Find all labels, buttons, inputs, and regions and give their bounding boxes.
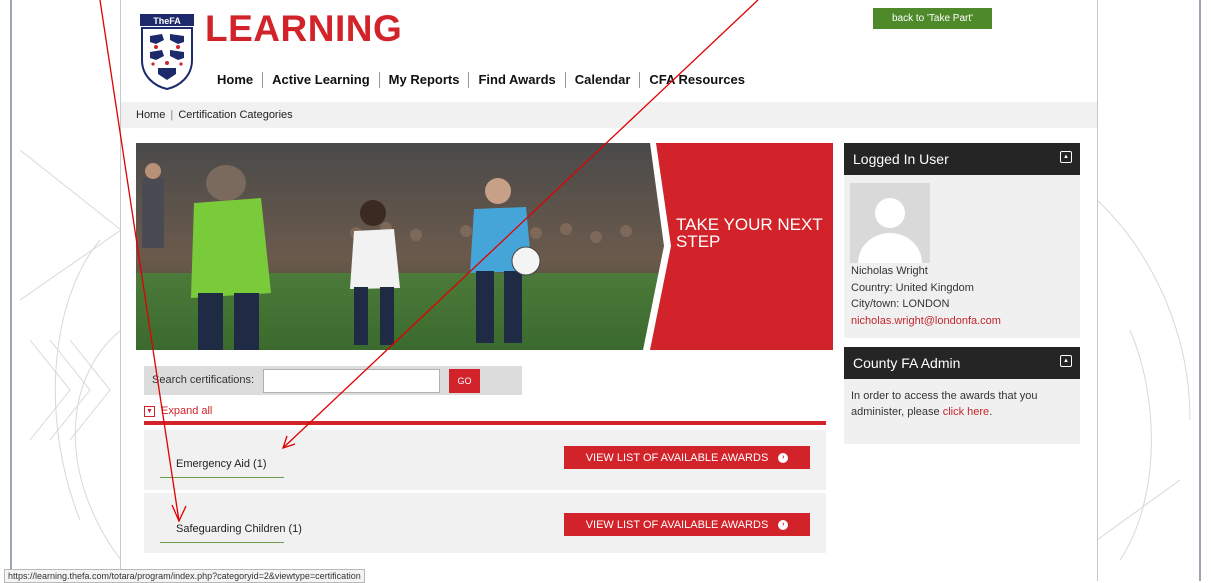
- nav-active-learning[interactable]: Active Learning: [262, 72, 379, 88]
- category-row-safeguarding-children: Safeguarding Children (1) VIEW LIST OF A…: [144, 493, 826, 553]
- user-name: Nicholas Wright: [851, 265, 928, 277]
- window-frame-right: [1199, 0, 1211, 581]
- logo-text: TheFA: [153, 16, 181, 26]
- view-awards-button-safeguarding-children[interactable]: VIEW LIST OF AVAILABLE AWARDS ›: [564, 513, 810, 536]
- chevron-right-icon: ›: [778, 519, 789, 530]
- hero-headline: TAKE YOUR NEXT STEP: [676, 216, 823, 250]
- collapse-icon[interactable]: ▲: [1060, 355, 1072, 367]
- fa-crest-logo[interactable]: TheFA: [140, 14, 194, 90]
- breadcrumb: Home | Certification Categories: [136, 109, 293, 121]
- main-nav: Home Active Learning My Reports Find Awa…: [208, 72, 754, 88]
- nav-my-reports[interactable]: My Reports: [378, 72, 469, 88]
- breadcrumb-separator: |: [170, 109, 174, 121]
- back-to-take-part-button[interactable]: back to 'Take Part': [873, 8, 992, 29]
- admin-text-after: .: [989, 406, 993, 418]
- user-city: City/town: LONDON: [851, 298, 950, 310]
- admin-text-line1: In order to access the awards that you: [851, 390, 1038, 402]
- page-right-rule: [1097, 0, 1098, 581]
- admin-text-before: administer, please: [851, 406, 943, 418]
- user-email-link[interactable]: nicholas.wright@londonfa.com: [851, 314, 1001, 328]
- chevron-right-icon: ›: [778, 452, 789, 463]
- category-underline: [160, 477, 284, 478]
- user-silhouette-icon: [858, 198, 922, 263]
- admin-text-line2: administer, please click here.: [851, 405, 992, 419]
- view-awards-label: VIEW LIST OF AVAILABLE AWARDS: [585, 451, 769, 464]
- logged-in-user-body: Nicholas Wright Country: United Kingdom …: [844, 175, 1080, 338]
- nav-cfa-resources[interactable]: CFA Resources: [639, 72, 754, 88]
- category-row-emergency-aid: Emergency Aid (1) VIEW LIST OF AVAILABLE…: [144, 430, 826, 490]
- expand-all-toggle[interactable]: ▼ Expand all: [144, 405, 212, 417]
- collapse-icon[interactable]: ▲: [1060, 151, 1072, 163]
- expand-all-label: Expand all: [161, 405, 213, 417]
- view-awards-label: VIEW LIST OF AVAILABLE AWARDS: [585, 518, 769, 531]
- search-go-button[interactable]: GO: [449, 369, 480, 393]
- hero-text-line1: TAKE YOUR NEXT: [676, 215, 823, 234]
- category-list-divider: [144, 421, 826, 425]
- site-title: LEARNING: [205, 8, 403, 49]
- county-fa-admin-header: County FA Admin ▲: [844, 347, 1080, 379]
- county-fa-admin-title: County FA Admin: [853, 355, 961, 371]
- search-label: Search certifications:: [152, 374, 255, 386]
- user-country: Country: United Kingdom: [851, 282, 974, 294]
- category-name[interactable]: Safeguarding Children (1): [176, 523, 302, 535]
- window-frame-left: [0, 0, 12, 581]
- nav-calendar[interactable]: Calendar: [564, 72, 640, 88]
- breadcrumb-current: Certification Categories: [178, 109, 293, 121]
- category-name[interactable]: Emergency Aid (1): [176, 458, 266, 470]
- admin-click-here-link[interactable]: click here: [943, 406, 989, 418]
- nav-find-awards[interactable]: Find Awards: [468, 72, 564, 88]
- logged-in-user-title: Logged In User: [853, 151, 949, 167]
- logged-in-user-header: Logged In User ▲: [844, 143, 1080, 175]
- search-input[interactable]: [263, 369, 440, 393]
- breadcrumb-home[interactable]: Home: [136, 109, 165, 121]
- view-awards-button-emergency-aid[interactable]: VIEW LIST OF AVAILABLE AWARDS ›: [564, 446, 810, 469]
- page-left-rule: [120, 0, 121, 581]
- expand-all-icon: ▼: [144, 405, 155, 417]
- avatar: [850, 183, 930, 263]
- hero-text-line2: STEP: [676, 232, 721, 251]
- hero-banner[interactable]: TAKE YOUR NEXT STEP: [136, 143, 833, 350]
- nav-home[interactable]: Home: [208, 72, 262, 88]
- category-underline: [160, 542, 284, 543]
- county-fa-admin-body: In order to access the awards that you a…: [844, 379, 1080, 444]
